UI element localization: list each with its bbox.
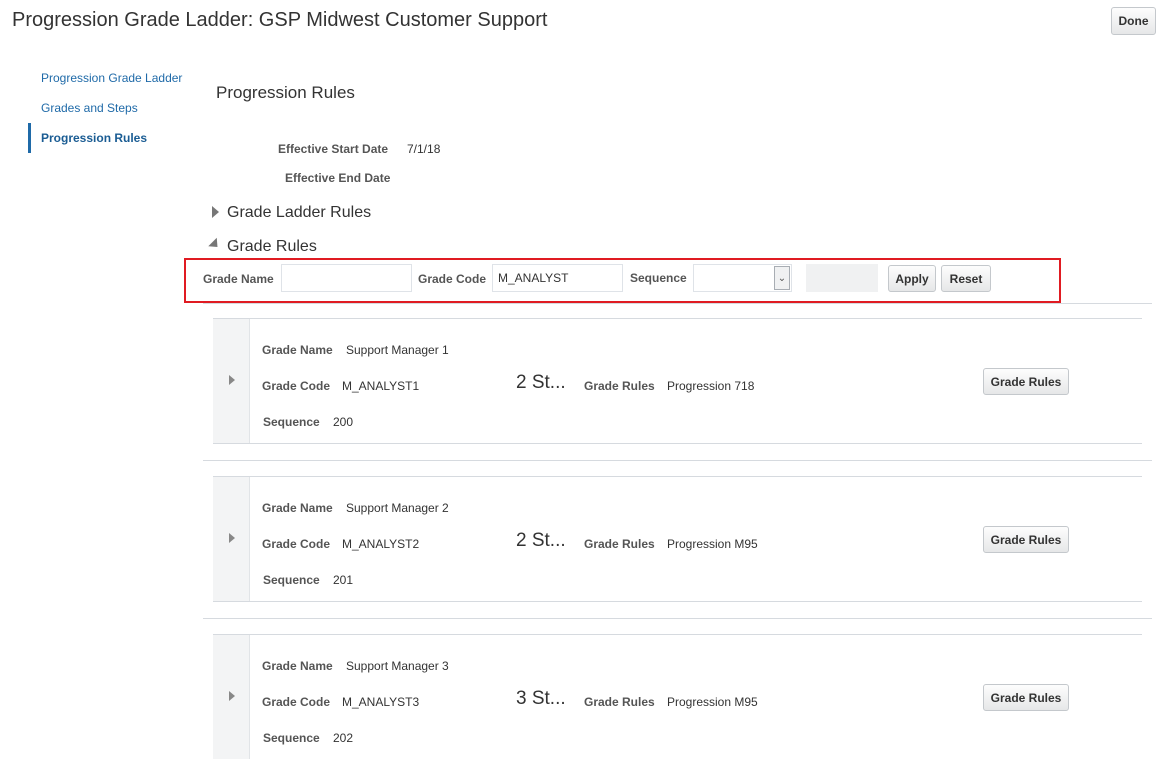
sequence-label: Sequence bbox=[263, 573, 320, 587]
expand-row-handle[interactable] bbox=[213, 477, 250, 601]
grade-name-value: Support Manager 2 bbox=[346, 501, 449, 515]
sequence-label: Sequence bbox=[263, 415, 320, 429]
grade-rules-label: Grade Rules bbox=[584, 537, 655, 551]
grade-card: Grade Name Support Manager 3 Grade Code … bbox=[213, 634, 1142, 759]
grade-rules-value: Progression M95 bbox=[667, 695, 758, 709]
effective-start-date-value: 7/1/18 bbox=[407, 142, 441, 156]
divider bbox=[203, 618, 1152, 619]
sequence-value: 200 bbox=[333, 415, 354, 429]
grade-rules-label: Grade Rules bbox=[584, 379, 655, 393]
grade-rules-toggle[interactable]: Grade Rules bbox=[227, 238, 317, 256]
grade-code-label: Grade Code bbox=[418, 272, 487, 286]
grade-ladder-rules-toggle[interactable]: Grade Ladder Rules bbox=[227, 204, 371, 222]
expand-row-handle[interactable] bbox=[213, 635, 250, 759]
grade-name-label: Grade Name bbox=[262, 659, 333, 673]
grade-card: Grade Name Support Manager 2 Grade Code … bbox=[213, 476, 1142, 602]
grade-rules-label: Grade Rules bbox=[584, 695, 655, 709]
nav-item-progression-grade-ladder[interactable]: Progression Grade Ladder bbox=[41, 71, 182, 85]
grade-name-label: Grade Name bbox=[262, 501, 333, 515]
triangle-right-icon[interactable] bbox=[212, 206, 219, 218]
expand-row-handle[interactable] bbox=[213, 319, 250, 443]
grade-rules-button[interactable]: Grade Rules bbox=[983, 526, 1069, 553]
triangle-right-icon[interactable] bbox=[229, 691, 235, 701]
reset-button[interactable]: Reset bbox=[941, 265, 991, 292]
grade-name-label: Grade Name bbox=[262, 343, 333, 357]
grade-code-label: Grade Code bbox=[262, 379, 331, 393]
grade-code-label: Grade Code bbox=[262, 537, 331, 551]
grade-code-value: M_ANALYST2 bbox=[342, 537, 420, 551]
grade-name-value: Support Manager 1 bbox=[346, 343, 449, 357]
sequence-value: 201 bbox=[333, 573, 354, 587]
effective-start-date-label: Effective Start Date bbox=[278, 142, 389, 156]
divider bbox=[203, 303, 1152, 304]
sequence-label: Sequence bbox=[263, 731, 320, 745]
grade-name-value: Support Manager 3 bbox=[346, 659, 449, 673]
page-title: Progression Grade Ladder: GSP Midwest Cu… bbox=[12, 9, 548, 31]
done-button[interactable]: Done bbox=[1111, 7, 1156, 35]
grade-rules-button[interactable]: Grade Rules bbox=[983, 684, 1069, 711]
steps-count: 2 St... bbox=[516, 372, 566, 393]
steps-count: 3 St... bbox=[516, 688, 566, 709]
triangle-right-icon[interactable] bbox=[229, 375, 235, 385]
grade-rules-value: Progression M95 bbox=[667, 537, 758, 551]
nav-item-grades-and-steps[interactable]: Grades and Steps bbox=[41, 101, 138, 115]
grade-code-value: M_ANALYST1 bbox=[342, 379, 420, 393]
sequence-extra-field bbox=[806, 264, 878, 292]
apply-button[interactable]: Apply bbox=[888, 265, 936, 292]
grade-rules-value: Progression 718 bbox=[667, 379, 755, 393]
grade-code-value: M_ANALYST3 bbox=[342, 695, 420, 709]
sequence-value: 202 bbox=[333, 731, 354, 745]
grade-card: Grade Name Support Manager 1 Grade Code … bbox=[213, 318, 1142, 444]
triangle-right-icon[interactable] bbox=[229, 533, 235, 543]
nav-active-indicator bbox=[28, 123, 31, 153]
effective-end-date-label: Effective End Date bbox=[285, 171, 391, 185]
grade-name-label: Grade Name bbox=[203, 272, 274, 286]
chevron-down-icon[interactable]: ⌄ bbox=[774, 266, 790, 290]
grade-code-input[interactable]: M_ANALYST bbox=[492, 264, 623, 292]
steps-count: 2 St... bbox=[516, 530, 566, 551]
nav-item-progression-rules[interactable]: Progression Rules bbox=[41, 131, 147, 145]
grade-code-label: Grade Code bbox=[262, 695, 331, 709]
triangle-down-icon[interactable] bbox=[208, 237, 222, 252]
grade-rules-button[interactable]: Grade Rules bbox=[983, 368, 1069, 395]
grade-name-input[interactable] bbox=[281, 264, 412, 292]
sequence-label: Sequence bbox=[630, 271, 687, 285]
section-title: Progression Rules bbox=[216, 83, 355, 102]
divider bbox=[203, 460, 1152, 461]
